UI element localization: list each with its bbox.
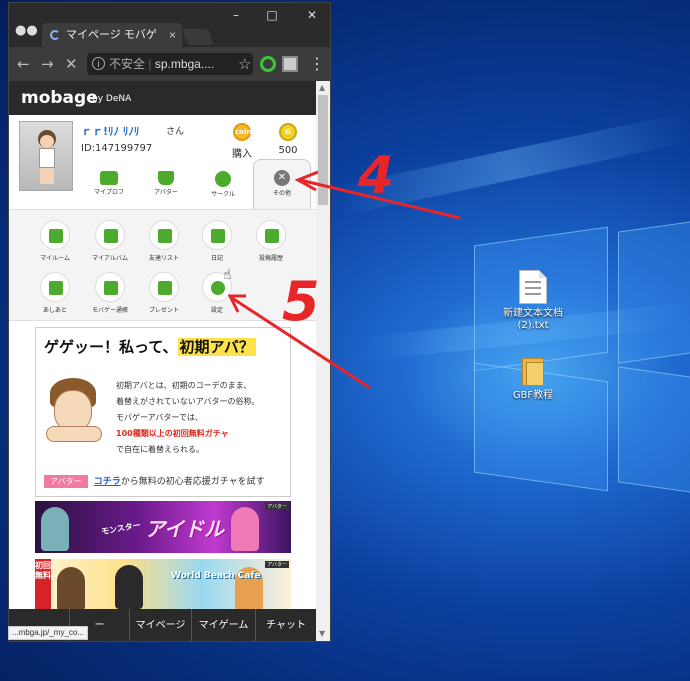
hand-cursor-icon: ☝ — [223, 267, 232, 283]
annotation-step-5: 5 — [282, 270, 320, 333]
banner-character-image — [231, 507, 259, 551]
mobage-logo-byline: by DeNA — [92, 94, 132, 104]
banner-character-image — [57, 567, 85, 611]
menu-diary[interactable]: 日記 — [191, 220, 243, 262]
close-window-button[interactable]: ✕ — [301, 7, 323, 23]
tshirt-icon — [158, 171, 174, 185]
extension-green-circle-icon[interactable] — [260, 56, 276, 72]
menu-mobage-passbook[interactable]: モバゲー通帳 — [84, 272, 136, 314]
profile-id: ID:147199797 — [81, 143, 153, 154]
footprint-icon — [40, 272, 70, 302]
other-menu-panel: マイルーム マイアルバム 友達リスト 日記 投稿履歴 あしあと モバゲー通帳 プ… — [9, 209, 316, 321]
loading-spinner-icon — [50, 30, 60, 40]
maximize-button[interactable]: □ — [261, 7, 283, 23]
promo-character-image — [46, 378, 102, 448]
folder-icon — [518, 356, 548, 386]
mobage-logo[interactable]: mobage — [21, 88, 98, 108]
avatar-tag: アバター — [44, 475, 88, 488]
gift-icon — [149, 272, 179, 302]
album-icon — [95, 220, 125, 250]
incognito-icon: ●● — [15, 23, 38, 38]
close-circle-icon: ✕ — [274, 170, 290, 186]
page-scrollbar[interactable]: ▲ ▼ — [316, 81, 330, 641]
text-file-icon — [519, 270, 547, 304]
browser-tab[interactable]: マイページ モバゲ × — [42, 23, 182, 47]
bottom-nav-mypage[interactable]: マイページ — [129, 609, 191, 641]
info-icon[interactable]: i — [92, 57, 105, 70]
back-arrow-icon[interactable]: ← — [17, 55, 30, 73]
nav-circle[interactable]: サークル — [198, 171, 248, 198]
banner-character-image — [41, 507, 69, 551]
annotation-step-4: 4 — [358, 146, 395, 206]
menu-my-album[interactable]: マイアルバム — [84, 220, 136, 262]
minimize-button[interactable]: – — [225, 7, 247, 23]
url-omnibox[interactable]: i 不安全 | sp.mbga.... — [87, 53, 253, 75]
scroll-thumb[interactable] — [318, 95, 328, 205]
idol-gacha-banner[interactable]: モンスター アイドル アバター — [35, 501, 291, 553]
promo-footer: アバター コチラから無料の初心者応援ガチャを試す — [44, 474, 265, 488]
profile-card-icon — [100, 171, 118, 185]
passbook-icon — [95, 272, 125, 302]
gold-icon: G — [279, 123, 297, 141]
promo-description: 初期アバとは、初期のコーデのまま、 着替えがされていないアバターの俗称。 モバゲ… — [116, 381, 260, 454]
gold-balance: 500 — [278, 145, 298, 156]
initial-avatar-promo: ゲゲッー！私って、 初期アバ？ 初期アバとは、初期のコーデのまま、 着替えがされて… — [35, 327, 291, 497]
desktop-icon-text-file[interactable]: 新建文本文档 (2).txt — [498, 270, 568, 332]
post-history-icon — [256, 220, 286, 250]
url-security-label: 不安全 — [109, 57, 146, 71]
nav-other[interactable]: ✕ その他 — [253, 159, 311, 209]
menu-settings[interactable]: 設定 — [191, 272, 243, 314]
stop-loading-icon[interactable]: ✕ — [65, 55, 78, 73]
profile-name-suffix: さん — [166, 127, 185, 137]
scroll-up-icon[interactable]: ▲ — [319, 83, 325, 92]
forward-arrow-icon[interactable]: → — [41, 55, 54, 73]
avatar-tag: アバター — [265, 503, 289, 510]
window-logo-pane — [618, 366, 690, 494]
nav-my-profile[interactable]: マイプロフ — [84, 171, 134, 196]
profile-name[interactable]: ｒｒ!ﾘﾉ ﾘﾉﾘ — [81, 123, 139, 139]
nav-avatar[interactable]: アバター — [141, 171, 191, 196]
tab-title: マイページ モバゲ — [66, 29, 157, 41]
menu-my-room[interactable]: マイルーム — [29, 220, 81, 262]
menu-friend-list[interactable]: 友達リスト — [138, 220, 190, 262]
new-tab-button[interactable] — [182, 29, 214, 45]
web-page: mobage by DeNA ｒｒ!ﾘﾉ ﾘﾉﾘ さん ID:147199797… — [9, 81, 316, 641]
mobage-header: mobage by DeNA — [9, 81, 316, 115]
banner-title: World Beach Cafe — [171, 571, 261, 581]
bottom-nav-mygame[interactable]: マイゲーム — [191, 609, 255, 641]
scroll-down-icon[interactable]: ▼ — [319, 629, 325, 638]
coin-icon[interactable]: coin — [233, 123, 251, 141]
banner-title: アイドル — [145, 517, 224, 541]
extension-square-icon[interactable] — [282, 56, 298, 72]
window-logo-pane — [618, 220, 690, 364]
desktop-icon-label: 新建文本文档 (2).txt — [503, 308, 563, 331]
menu-present[interactable]: プレゼント — [138, 272, 190, 314]
menu-post-history[interactable]: 投稿履歴 — [245, 220, 297, 262]
people-circle-icon — [215, 171, 231, 187]
bookmark-star-icon[interactable]: ☆ — [238, 55, 251, 73]
menu-footprints[interactable]: あしあと — [29, 272, 81, 314]
status-bar-url: ...mbga.jp/_my_co... — [8, 626, 89, 640]
banner-character-image — [115, 565, 143, 609]
avatar-tag: アバター — [265, 561, 289, 568]
url-text: sp.mbga.... — [154, 57, 215, 71]
browser-menu-icon[interactable]: ⋮ — [309, 54, 325, 73]
diary-icon — [202, 220, 232, 250]
browser-titlebar: ●● マイページ モバゲ × – □ ✕ — [9, 3, 330, 47]
buy-coin-label[interactable]: 購入 — [225, 145, 259, 160]
avatar[interactable] — [19, 121, 73, 191]
beach-cafe-banner[interactable]: 初回無料 World Beach Cafe アバター — [35, 559, 291, 611]
room-icon — [40, 220, 70, 250]
promo-title: ゲゲッー！私って、 初期アバ？ — [44, 338, 256, 356]
desktop-icon-folder[interactable]: GBF教程 — [498, 356, 568, 402]
first-free-tag: 初回無料 — [35, 559, 51, 611]
bottom-nav-chat[interactable]: チャット — [255, 609, 316, 641]
desktop-icon-label: GBF教程 — [512, 390, 554, 401]
friends-icon — [149, 220, 179, 250]
profile-section: ｒｒ!ﾘﾉ ﾘﾉﾘ さん ID:147199797 coin 購入 G 500 … — [9, 115, 316, 209]
tab-close-icon[interactable]: × — [169, 23, 176, 47]
promo-link[interactable]: コチラ — [94, 477, 121, 487]
